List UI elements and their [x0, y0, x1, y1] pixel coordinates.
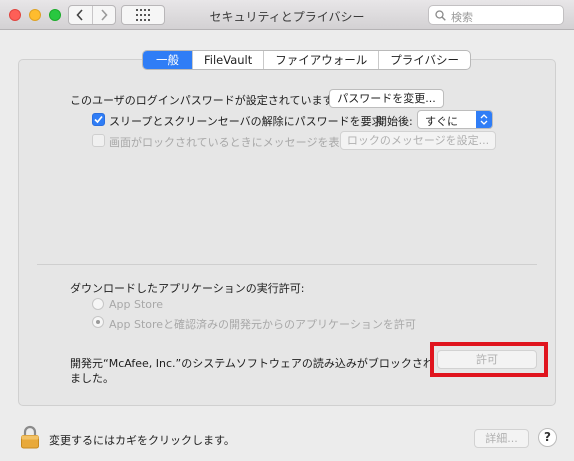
blocked-software-message-line2: ました。 [70, 372, 114, 385]
start-after-select[interactable]: すぐに [417, 110, 493, 129]
help-button[interactable]: ? [538, 428, 557, 447]
grid-icon [136, 9, 150, 21]
tab-general[interactable]: 一般 [143, 51, 192, 69]
window-title: セキュリティとプライバシー [209, 10, 365, 24]
search-placeholder: 検索 [451, 11, 473, 24]
lock-message-label: 画面がロックされているときにメッセージを表示 [109, 136, 351, 149]
chevron-right-icon [101, 9, 108, 21]
start-after-value: すぐに [425, 115, 458, 128]
highlight-box [430, 342, 548, 377]
tab-privacy[interactable]: プライバシー [378, 51, 470, 69]
section-divider [37, 264, 537, 265]
search-icon [435, 10, 446, 21]
radio-app-store-label: App Store [109, 298, 164, 311]
radio-app-store[interactable] [92, 298, 104, 310]
forward-button[interactable] [91, 6, 116, 24]
lock-icon[interactable] [20, 425, 40, 449]
start-after-label: 開始後: [376, 115, 413, 128]
search-field[interactable]: 検索 [428, 5, 564, 25]
radio-identified-developers-label: App Storeと確認済みの開発元からのアプリケーションを許可 [109, 318, 416, 331]
navigation-buttons [68, 5, 116, 25]
radio-identified-developers[interactable] [92, 316, 104, 328]
minimize-window-button[interactable] [29, 9, 41, 21]
title-bar: セキュリティとプライバシー 検索 [0, 0, 574, 30]
require-password-checkbox[interactable] [92, 113, 105, 126]
zoom-window-button[interactable] [49, 9, 61, 21]
checkmark-icon [94, 115, 103, 124]
close-window-button[interactable] [9, 9, 21, 21]
require-password-label: スリープとスクリーンセーバの解除にパスワードを要求 [109, 115, 383, 128]
advanced-button[interactable]: 詳細... [474, 429, 529, 448]
login-password-text: このユーザのログインパスワードが設定されています [70, 94, 334, 107]
lock-instruction-text: 変更するにはカギをクリックします。 [49, 434, 235, 447]
updown-chevron-icon [476, 111, 492, 128]
chevron-left-icon [76, 9, 83, 21]
change-password-button[interactable]: パスワードを変更... [329, 89, 444, 108]
downloads-heading: ダウンロードしたアプリケーションの実行許可: [70, 282, 305, 295]
tab-filevault[interactable]: FileVault [192, 51, 263, 69]
back-button[interactable] [69, 6, 92, 24]
tab-bar: 一般 FileVault ファイアウォール プライバシー [142, 50, 472, 70]
show-all-button[interactable] [121, 5, 165, 25]
tab-firewall[interactable]: ファイアウォール [263, 51, 378, 69]
set-lock-message-button[interactable]: ロックのメッセージを設定... [340, 131, 496, 150]
lock-message-checkbox[interactable] [92, 134, 105, 147]
blocked-software-message-line1: 開発元“McAfee, Inc.”のシステムソフトウェアの読み込みがブロックされ [70, 357, 434, 370]
